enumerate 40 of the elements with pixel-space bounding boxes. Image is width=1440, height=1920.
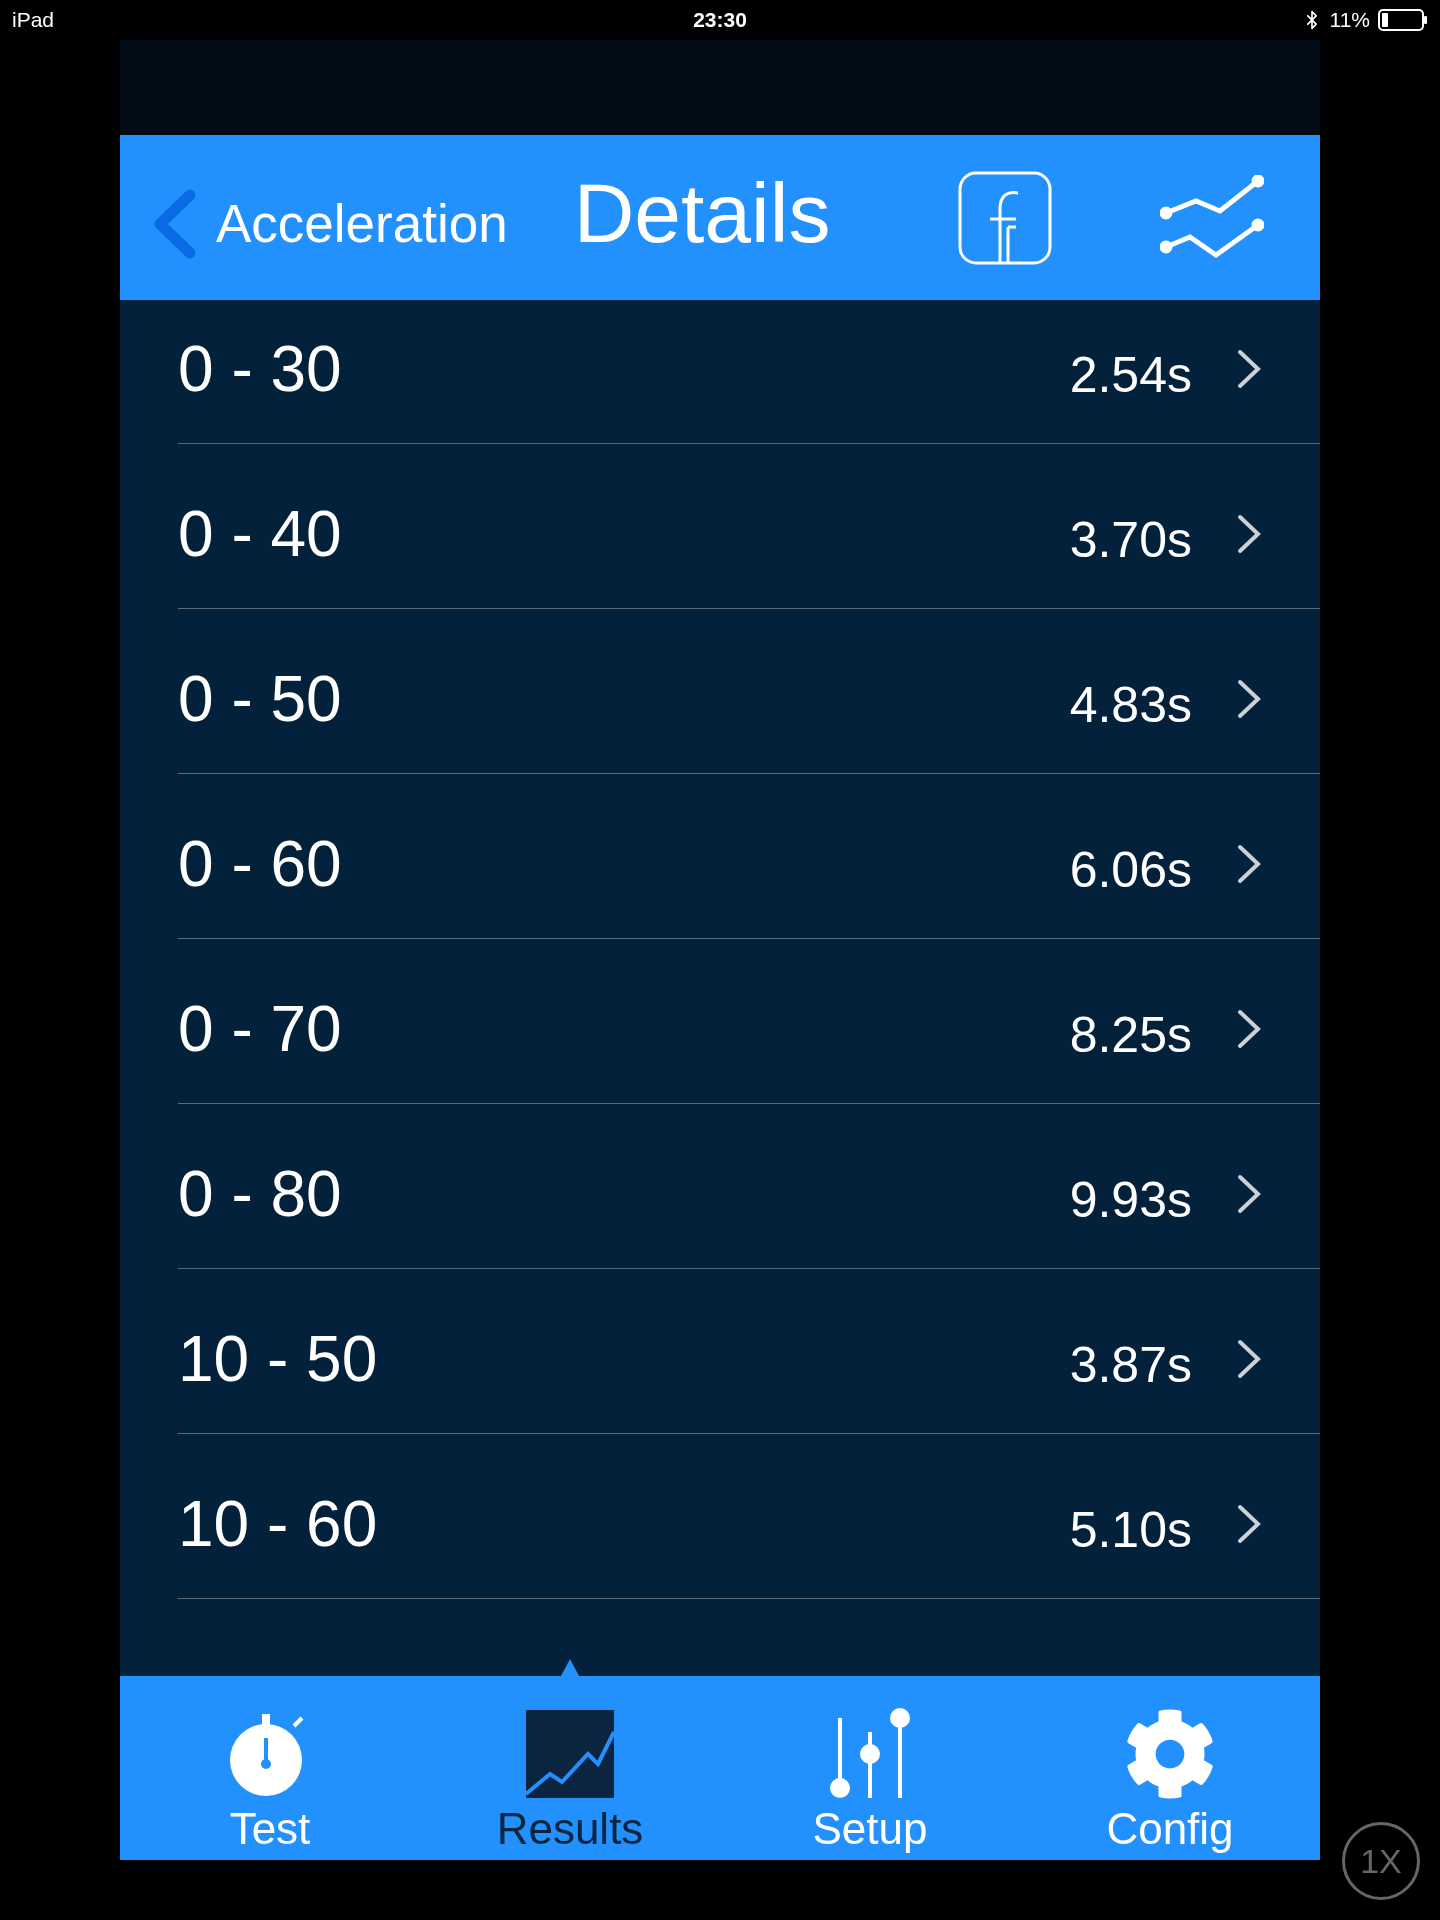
- speed-range: 0 - 30: [178, 332, 342, 406]
- speed-range: 0 - 50: [178, 662, 342, 736]
- battery-percentage: 11%: [1329, 8, 1370, 32]
- tab[interactable]: Config: [1020, 1676, 1320, 1860]
- elapsed-time: 3.87s: [1069, 1336, 1192, 1394]
- chevron-right-icon[interactable]: [1236, 513, 1262, 555]
- speed-range: 0 - 40: [178, 497, 342, 571]
- elapsed-time: 3.70s: [1069, 511, 1192, 569]
- device-name: iPad: [12, 8, 56, 32]
- elapsed-time: 4.83s: [1069, 676, 1192, 734]
- elapsed-time: 5.10s: [1069, 1501, 1192, 1559]
- chevron-right-icon[interactable]: [1236, 348, 1262, 390]
- chevron-right-icon[interactable]: [1236, 1008, 1262, 1050]
- speed-range: 10 - 60: [178, 1487, 378, 1561]
- chevron-right-icon[interactable]: [1236, 1338, 1262, 1380]
- chevron-right-icon[interactable]: [1236, 678, 1262, 720]
- speed-range: 10 - 50: [178, 1322, 378, 1396]
- chart-lines-icon[interactable]: [1160, 174, 1264, 261]
- back-button[interactable]: Acceleration: [152, 188, 508, 259]
- speed-range: 0 - 80: [178, 1157, 342, 1231]
- elapsed-time: 6.06s: [1069, 841, 1192, 899]
- chevron-left-icon: [152, 188, 198, 259]
- gear-icon: [1124, 1708, 1216, 1800]
- speed-range: 0 - 60: [178, 827, 342, 901]
- elapsed-time: 2.54s: [1069, 346, 1192, 404]
- chevron-right-icon[interactable]: [1236, 1173, 1262, 1215]
- chart-icon: [524, 1708, 616, 1800]
- tab[interactable]: Test: [120, 1676, 420, 1860]
- speed-range: 0 - 70: [178, 992, 342, 1066]
- zoom-button[interactable]: 1X: [1342, 1822, 1420, 1900]
- tab[interactable]: Results: [420, 1676, 720, 1860]
- facebook-share-icon[interactable]: [958, 170, 1052, 265]
- page-title: Details: [573, 165, 831, 262]
- chevron-right-icon[interactable]: [1236, 1503, 1262, 1545]
- chevron-right-icon[interactable]: [1236, 843, 1262, 885]
- elapsed-time: 8.25s: [1069, 1006, 1192, 1064]
- elapsed-time: 9.93s: [1069, 1171, 1192, 1229]
- clock: 23:30: [693, 8, 747, 32]
- tab[interactable]: Setup: [720, 1676, 1020, 1860]
- battery-icon: [1378, 9, 1428, 31]
